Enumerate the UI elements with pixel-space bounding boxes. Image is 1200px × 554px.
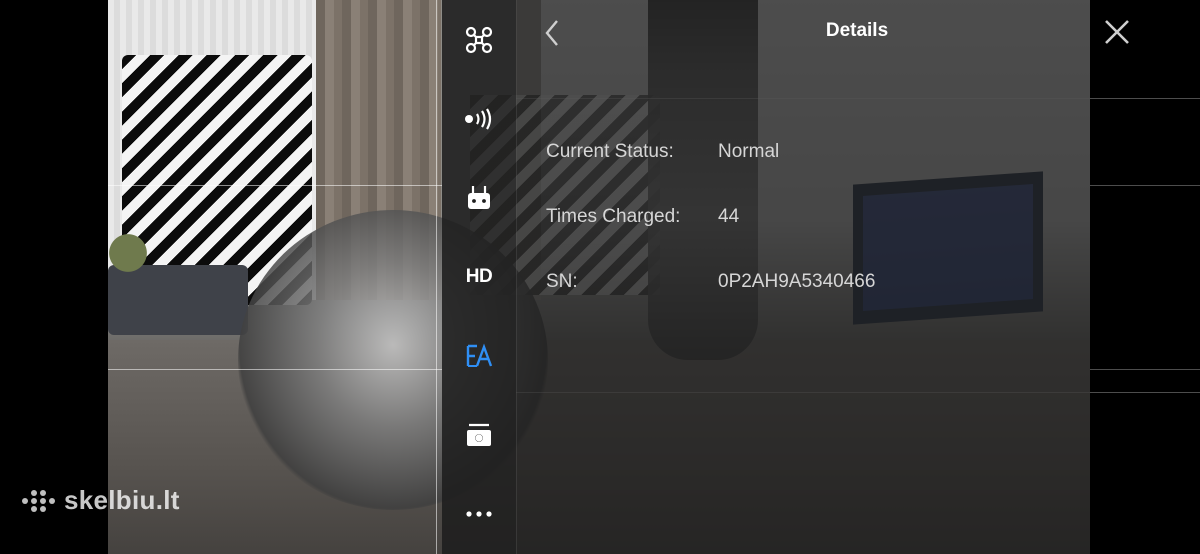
battery-details-panel: Details Current Status: Normal Times Cha… xyxy=(516,0,1129,554)
more-button[interactable] xyxy=(442,486,516,542)
panel-header: Details xyxy=(516,0,1129,66)
letterbox-right xyxy=(1090,0,1200,554)
camera-settings-button[interactable] xyxy=(442,407,516,463)
grid-line xyxy=(108,369,442,370)
watermark-text: skelbiu.lt xyxy=(64,485,180,515)
remote-controller-icon xyxy=(466,184,492,212)
side-toolbar: HD xyxy=(442,0,516,554)
times-charged-label: Times Charged: xyxy=(546,206,681,227)
battery-button[interactable] xyxy=(442,328,516,384)
times-charged-value: 44 xyxy=(718,206,740,227)
letterbox-left xyxy=(0,0,108,554)
grid-line xyxy=(436,0,437,554)
battery-intelligent-icon xyxy=(465,343,493,369)
status-value: Normal xyxy=(718,141,780,162)
app-screen: HD Details Current Status: Normal Times … xyxy=(0,0,1200,554)
grid-line xyxy=(108,185,442,186)
grid-line xyxy=(1090,185,1200,186)
status-label: Current Status: xyxy=(546,141,674,162)
sn-value: 0P2AH9A5340466 xyxy=(718,271,876,292)
sn-label: SN: xyxy=(546,271,578,292)
close-icon xyxy=(1102,20,1132,51)
watermark-logo-icon xyxy=(22,487,56,515)
watermark: skelbiu.lt xyxy=(22,485,180,516)
hd-transmission-button[interactable]: HD xyxy=(442,249,516,305)
more-icon xyxy=(465,510,493,518)
signal-icon xyxy=(464,107,494,131)
drone-icon xyxy=(465,26,493,54)
aircraft-status-button[interactable] xyxy=(442,12,516,68)
camera-icon xyxy=(465,422,493,448)
grid-line xyxy=(1090,369,1200,370)
hd-icon: HD xyxy=(465,266,493,287)
remote-controller-button[interactable] xyxy=(442,170,516,226)
signal-button[interactable] xyxy=(442,91,516,147)
close-button[interactable] xyxy=(1102,17,1132,47)
page-title: Details xyxy=(825,20,889,41)
